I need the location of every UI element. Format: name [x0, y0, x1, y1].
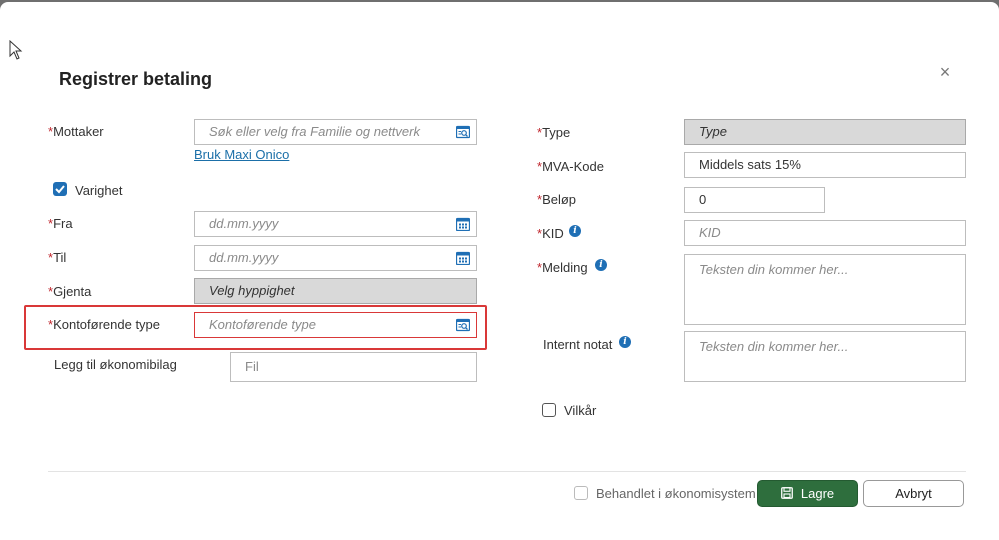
type-label: *Type — [537, 125, 571, 140]
type-select[interactable]: Type — [684, 119, 966, 145]
internt-notat-info-icon[interactable]: i — [619, 336, 631, 348]
save-button[interactable]: Lagre — [757, 480, 858, 507]
vilkar-label: Vilkår — [564, 403, 597, 418]
fra-date-input[interactable]: dd.mm.yyyy — [194, 211, 477, 237]
til-label: *Til — [48, 250, 67, 265]
lookup-icon[interactable] — [456, 125, 470, 139]
kid-info-icon[interactable]: i — [569, 225, 581, 237]
kontoforende-label: *Kontoførende type — [48, 317, 161, 332]
behandlet-checkbox[interactable] — [574, 486, 588, 500]
internt-notat-textarea[interactable]: Teksten din kommer her... — [684, 331, 966, 382]
internt-notat-label: Internt notat — [543, 337, 613, 352]
til-date-input[interactable]: dd.mm.yyyy — [194, 245, 477, 271]
kid-input[interactable]: KID — [684, 220, 966, 246]
belop-label: *Beløp — [537, 192, 577, 207]
varighet-label: Varighet — [75, 183, 123, 198]
kid-label: *KID — [537, 226, 564, 241]
checkmark-icon — [55, 185, 65, 194]
vilkar-checkbox[interactable] — [542, 403, 556, 417]
save-button-label: Lagre — [800, 486, 835, 501]
melding-label: *Melding — [537, 260, 588, 275]
mouse-cursor-icon — [9, 40, 23, 60]
varighet-checkbox[interactable] — [53, 182, 67, 196]
gjenta-select[interactable]: Velg hyppighet — [194, 278, 477, 304]
behandlet-label: Behandlet i økonomisystem — [596, 486, 756, 501]
fra-label: *Fra — [48, 216, 73, 231]
melding-info-icon[interactable]: i — [595, 259, 607, 271]
okonomibilag-label: Legg til økonomibilag — [54, 357, 177, 372]
footer-divider — [48, 471, 966, 472]
use-maxi-onico-link[interactable]: Bruk Maxi Onico — [194, 147, 289, 162]
amount-input[interactable]: 0 — [684, 187, 825, 213]
calendar-icon[interactable] — [456, 217, 470, 231]
register-payment-dialog: Registrer betaling × *Mottaker Søk eller… — [0, 2, 999, 540]
kontoforende-type-input[interactable]: Kontoførende type — [194, 312, 477, 338]
dialog-title: Registrer betaling — [59, 69, 213, 89]
cancel-button[interactable]: Avbryt — [863, 480, 964, 507]
mva-label: *MVA-Kode — [537, 159, 604, 174]
calendar-icon[interactable] — [456, 251, 470, 265]
mottaker-search-input[interactable]: Søk eller velg fra Familie og nettverk — [194, 119, 477, 145]
lookup-icon[interactable] — [456, 318, 470, 332]
mottaker-label: *Mottaker — [48, 124, 104, 139]
melding-textarea[interactable]: Teksten din kommer her... — [684, 254, 966, 325]
gjenta-label: *Gjenta — [48, 284, 92, 299]
save-icon — [780, 487, 793, 499]
close-icon[interactable]: × — [936, 63, 954, 81]
file-upload-input[interactable]: Fil — [230, 352, 477, 382]
mva-code-select[interactable]: Middels sats 15% — [684, 152, 966, 178]
